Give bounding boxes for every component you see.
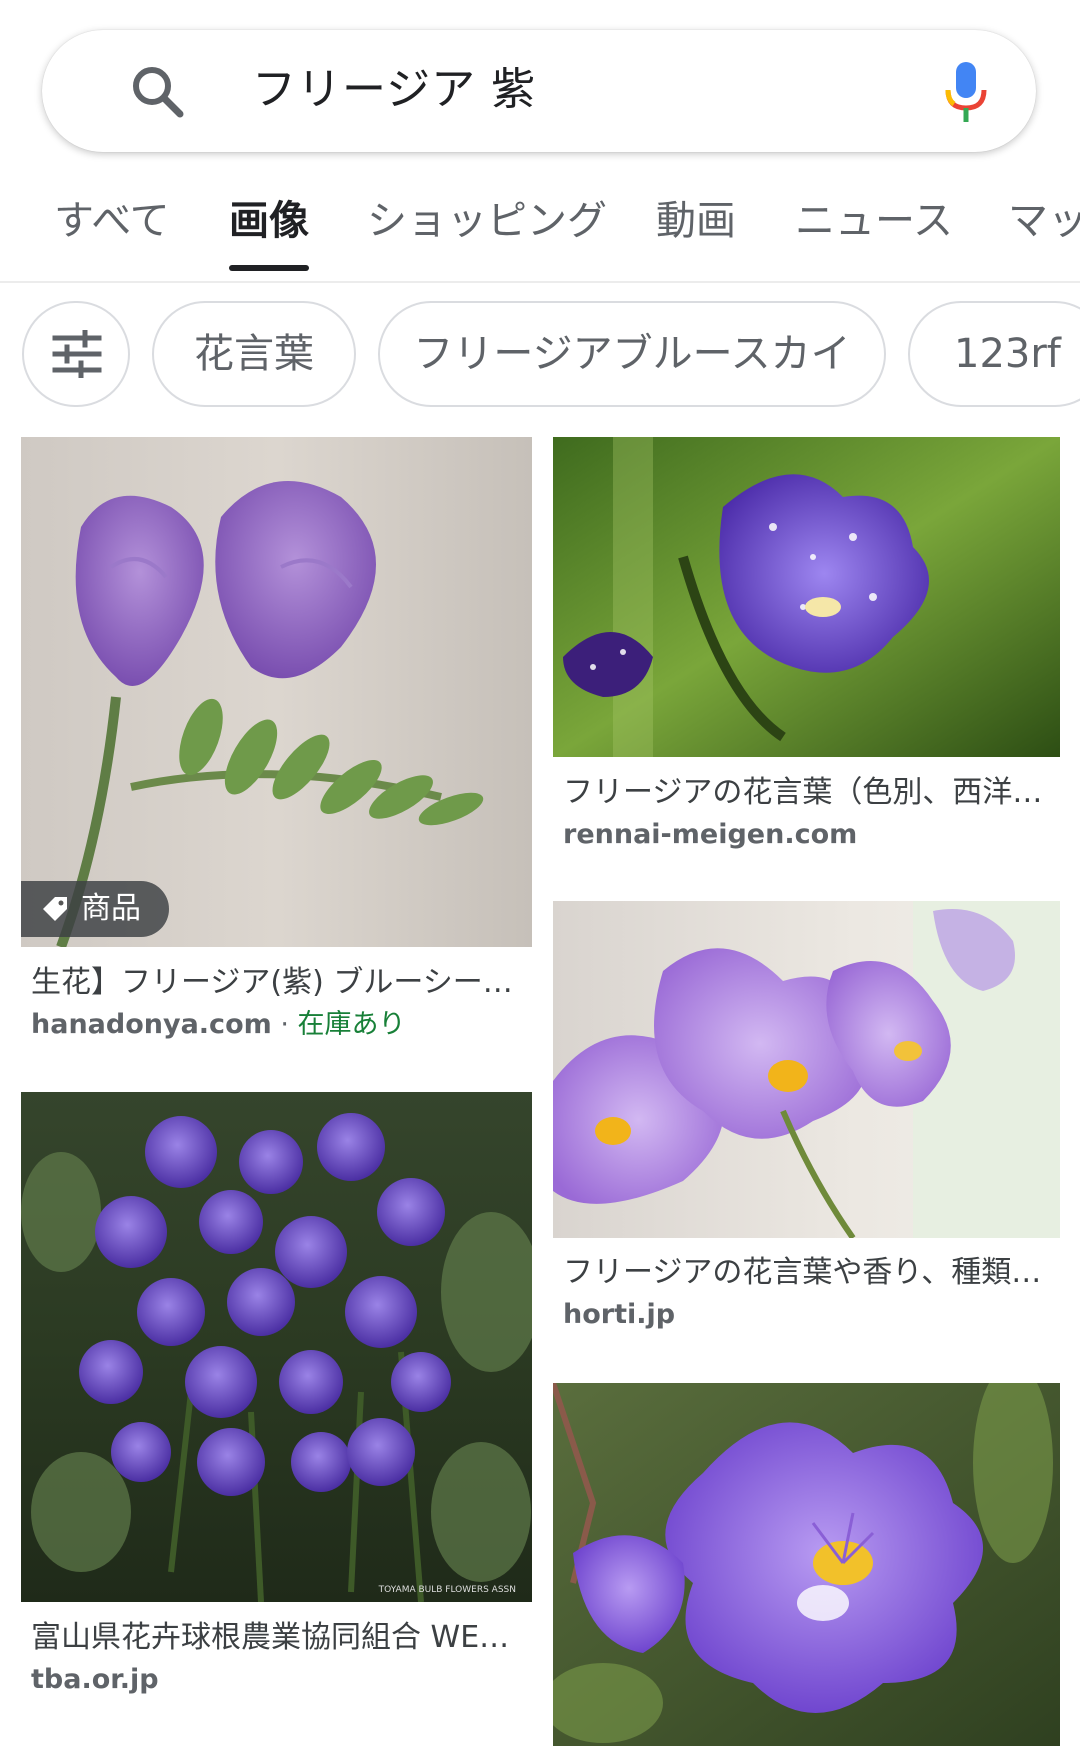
result-thumbnail[interactable] <box>553 901 1060 1238</box>
tab-maps[interactable]: マッ <box>1008 193 1080 249</box>
result-thumbnail[interactable] <box>553 1383 1060 1746</box>
result-source: horti.jp <box>563 1299 676 1330</box>
result-thumbnail[interactable]: 商品 <box>21 437 532 947</box>
image-result[interactable] <box>553 1383 1060 1746</box>
chip-hanakotoba[interactable]: 花言葉 <box>152 301 356 407</box>
microphone-icon[interactable] <box>944 60 988 124</box>
tab-all[interactable]: すべて <box>54 193 170 249</box>
source-separator: · <box>271 1009 298 1040</box>
result-thumbnail[interactable]: TOYAMA BULB FLOWERS ASSN <box>21 1092 532 1602</box>
source-domain: hanadonya.com <box>31 1009 272 1040</box>
result-source: tba.or.jp <box>31 1664 159 1695</box>
stock-status: 在庫あり <box>297 1009 406 1040</box>
image-result[interactable]: フリージアの花言葉や香り、種類… horti.jp <box>553 901 1060 1341</box>
tune-icon <box>52 330 102 378</box>
image-result[interactable]: 商品 生花】フリージア(紫) ブルーシー… hanadonya.com · 在庫… <box>21 437 532 1057</box>
tab-shopping[interactable]: ショッピング <box>367 193 607 249</box>
chip-123rf[interactable]: 123rf <box>908 301 1080 407</box>
image-result[interactable]: フリージアの花言葉（色別、西洋… rennai-meigen.com <box>553 437 1060 857</box>
result-title: 生花】フリージア(紫) ブルーシー… <box>31 965 513 1000</box>
chip-freesia-bluesky[interactable]: フリージアブルースカイ <box>378 301 886 407</box>
tag-icon <box>43 897 67 921</box>
result-title: 富山県花卉球根農業協同組合 WE… <box>31 1620 510 1655</box>
svg-text:TOYAMA BULB FLOWERS ASSN: TOYAMA BULB FLOWERS ASSN <box>378 1585 516 1595</box>
search-bar[interactable]: フリージア 紫 <box>42 30 1036 152</box>
result-source: rennai-meigen.com <box>563 819 858 850</box>
search-icon[interactable] <box>128 62 188 122</box>
tab-news[interactable]: ニュース <box>795 193 953 249</box>
result-source: hanadonya.com · 在庫あり <box>31 1005 406 1045</box>
product-badge: 商品 <box>21 881 169 937</box>
filter-chip[interactable] <box>22 301 130 407</box>
badge-label: 商品 <box>81 891 141 926</box>
image-result[interactable]: TOYAMA BULB FLOWERS ASSN 富山県花卉球根農業協同組合 W… <box>21 1092 532 1712</box>
search-tabs: すべて 画像 ショッピング 動画 ニュース マッ <box>0 175 1080 283</box>
tab-images[interactable]: 画像 <box>229 193 309 271</box>
search-input[interactable]: フリージア 紫 <box>252 58 536 122</box>
result-title: フリージアの花言葉や香り、種類… <box>563 1255 1042 1290</box>
result-thumbnail[interactable] <box>553 437 1060 757</box>
result-title: フリージアの花言葉（色別、西洋… <box>563 775 1043 810</box>
tab-videos[interactable]: 動画 <box>656 193 736 249</box>
